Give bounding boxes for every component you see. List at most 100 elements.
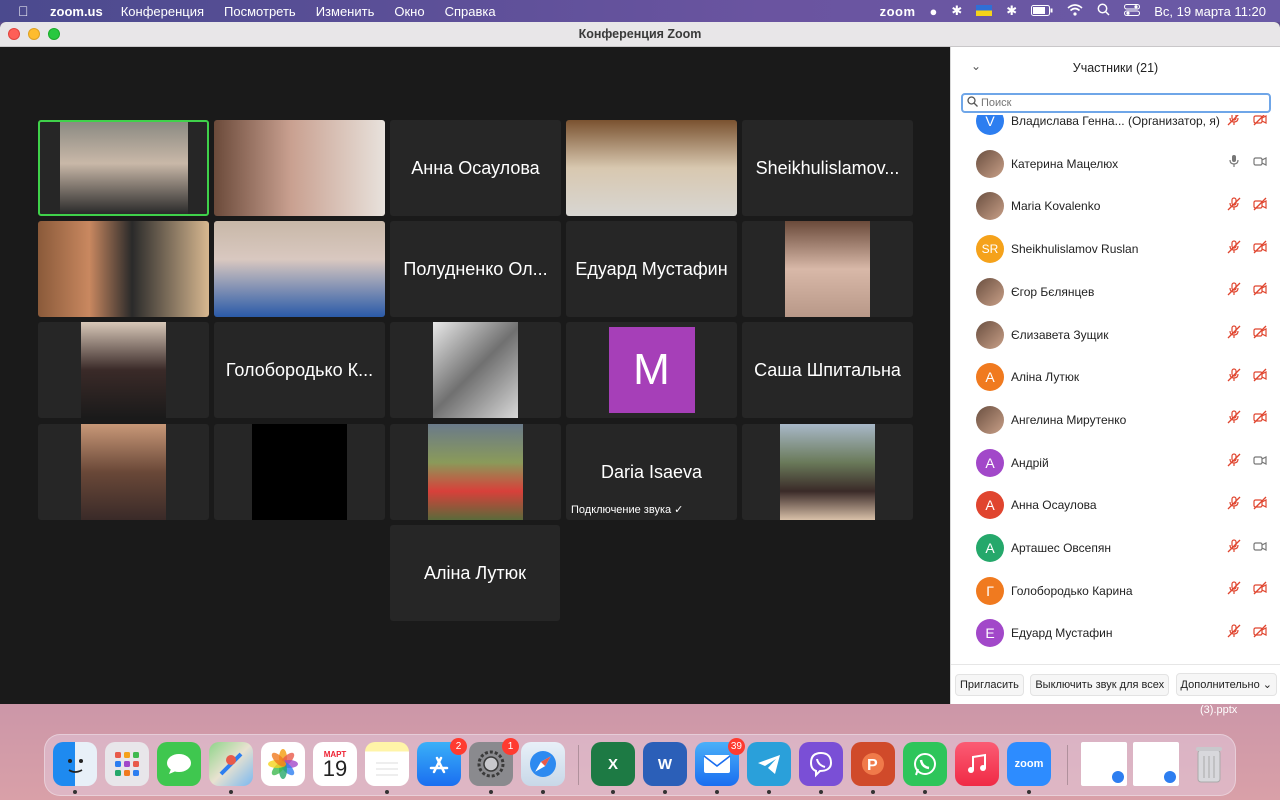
powerpoint-icon[interactable]: P	[851, 742, 895, 786]
word-icon[interactable]: W	[643, 742, 687, 786]
mic-muted-icon[interactable]	[1227, 538, 1241, 558]
desktop-file-label[interactable]: (3).pptx	[1200, 704, 1237, 716]
participant-row[interactable]: Катерина Мацелюх	[951, 143, 1280, 185]
mic-muted-icon[interactable]	[1227, 453, 1241, 472]
mic-muted-icon[interactable]	[1227, 282, 1241, 301]
video-off-icon[interactable]	[1253, 410, 1267, 429]
menu-view[interactable]: Посмотреть	[224, 4, 296, 19]
video-tile[interactable]: Голобородько К...	[214, 322, 385, 418]
spotlight-search-icon[interactable]	[1097, 3, 1110, 19]
more-button[interactable]: Дополнительно ⌄	[1175, 673, 1277, 696]
control-center-icon[interactable]	[1124, 3, 1141, 19]
video-tile[interactable]	[742, 424, 913, 520]
participant-row[interactable]: Maria Kovalenko	[951, 185, 1280, 227]
participant-row[interactable]: Єгор Бєлянцев	[951, 271, 1280, 313]
video-tile[interactable]	[742, 221, 913, 317]
menu-app-zoom[interactable]: zoom.us	[50, 4, 103, 19]
video-tile[interactable]: Sheikhulislamov...	[742, 120, 913, 216]
mic-muted-icon[interactable]	[1227, 368, 1241, 387]
mic-icon[interactable]	[1227, 154, 1241, 173]
mic-muted-icon[interactable]	[1227, 410, 1241, 429]
menu-conference[interactable]: Конференция	[121, 4, 204, 19]
video-tile[interactable]: Едуард Мустафин	[566, 221, 737, 317]
clock[interactable]: Вс, 19 марта 11:20	[1154, 4, 1266, 19]
video-off-icon[interactable]	[1253, 325, 1267, 344]
video-off-icon[interactable]	[1253, 368, 1267, 387]
video-tile[interactable]	[214, 424, 385, 520]
music-icon[interactable]	[955, 742, 999, 786]
video-icon[interactable]	[1253, 154, 1267, 173]
window-titlebar[interactable]: Конференция Zoom	[0, 22, 1280, 47]
menu-edit[interactable]: Изменить	[316, 4, 375, 19]
safari-icon[interactable]	[521, 742, 565, 786]
mail-icon[interactable]: 39	[695, 738, 745, 786]
apple-menu-icon[interactable]: 	[18, 3, 34, 19]
video-tile[interactable]	[390, 322, 561, 418]
video-off-icon[interactable]	[1253, 240, 1267, 259]
mic-muted-icon[interactable]	[1227, 624, 1241, 643]
video-tile[interactable]: M	[566, 322, 737, 418]
app-store-icon[interactable]: 2	[417, 738, 467, 786]
participant-row[interactable]: А Аліна Лутюк	[951, 356, 1280, 398]
calendar-icon[interactable]: МАРТ 19	[313, 742, 357, 786]
participant-row[interactable]: Е Едуард Мустафин	[951, 612, 1280, 654]
menu-help[interactable]: Справка	[445, 4, 496, 19]
video-off-icon[interactable]	[1253, 197, 1267, 216]
zoom-status-item[interactable]: zoom	[880, 4, 916, 19]
video-off-icon[interactable]	[1253, 282, 1267, 301]
video-tile[interactable]	[38, 322, 209, 418]
close-window-button[interactable]	[8, 28, 20, 40]
participant-row[interactable]: Єлизавета Зущик	[951, 314, 1280, 356]
finder-icon[interactable]	[53, 742, 97, 786]
video-tile[interactable]	[38, 221, 209, 317]
viber-icon[interactable]	[799, 742, 843, 786]
video-tile[interactable]: Анна Осаулова	[390, 120, 561, 216]
excel-icon[interactable]: X	[591, 742, 635, 786]
video-tile[interactable]	[390, 424, 561, 520]
participant-row[interactable]: Ангелина Мирутенко	[951, 399, 1280, 441]
mic-muted-icon[interactable]	[1227, 239, 1241, 259]
trash-icon[interactable]	[1187, 742, 1231, 786]
participant-row[interactable]: А Анна Осаулова	[951, 484, 1280, 526]
recent-document-thumbnail[interactable]	[1081, 742, 1127, 786]
bluetooth-icon[interactable]: ✱	[1006, 3, 1017, 19]
whatsapp-icon[interactable]	[903, 742, 947, 786]
maps-icon[interactable]	[209, 742, 253, 786]
telegram-icon[interactable]	[747, 742, 791, 786]
recent-document-thumbnail[interactable]	[1133, 742, 1179, 786]
participant-row[interactable]: V Владислава Генна... (Организатор, я)	[951, 115, 1280, 142]
launchpad-icon[interactable]	[105, 742, 149, 786]
mic-muted-icon[interactable]	[1227, 325, 1241, 344]
mic-muted-icon[interactable]	[1227, 115, 1241, 131]
video-icon[interactable]	[1253, 453, 1267, 472]
search-input[interactable]	[981, 97, 1261, 109]
mic-muted-icon[interactable]	[1227, 581, 1241, 600]
video-icon[interactable]	[1253, 539, 1267, 558]
fullscreen-window-button[interactable]	[48, 28, 60, 40]
battery-icon[interactable]	[1031, 4, 1053, 19]
participant-row[interactable]: А Арташес Овсепян	[951, 527, 1280, 569]
mute-all-button[interactable]: Выключить звук для всех	[1030, 673, 1170, 696]
participant-row[interactable]: А Андрій	[951, 442, 1280, 484]
invite-button[interactable]: Пригласить	[955, 673, 1024, 696]
video-tile[interactable]: Саша Шпитальна	[742, 322, 913, 418]
video-tile[interactable]: Полудненко Ол...	[390, 221, 561, 317]
video-off-icon[interactable]	[1253, 496, 1267, 515]
video-tile[interactable]	[214, 120, 385, 216]
viber-status-icon[interactable]: ●	[930, 4, 938, 19]
menu-window[interactable]: Окно	[394, 4, 424, 19]
minimize-window-button[interactable]	[28, 28, 40, 40]
notes-icon[interactable]	[365, 742, 409, 786]
video-off-icon[interactable]	[1253, 115, 1267, 131]
video-tile[interactable]	[214, 221, 385, 317]
mic-muted-icon[interactable]	[1227, 496, 1241, 515]
wifi-icon[interactable]	[1067, 3, 1083, 19]
video-tile[interactable]	[38, 120, 209, 216]
participant-row[interactable]: SR Sheikhulislamov Ruslan	[951, 228, 1280, 270]
video-tile[interactable]: Daria Isaeva Подключение звука ✓	[566, 424, 737, 520]
video-tile[interactable]	[566, 120, 737, 216]
chevron-down-icon[interactable]: ⌄	[971, 59, 981, 73]
zoom-icon[interactable]: zoom	[1007, 742, 1051, 786]
mic-muted-icon[interactable]	[1227, 197, 1241, 216]
script-status-icon[interactable]: ✱	[951, 3, 962, 19]
